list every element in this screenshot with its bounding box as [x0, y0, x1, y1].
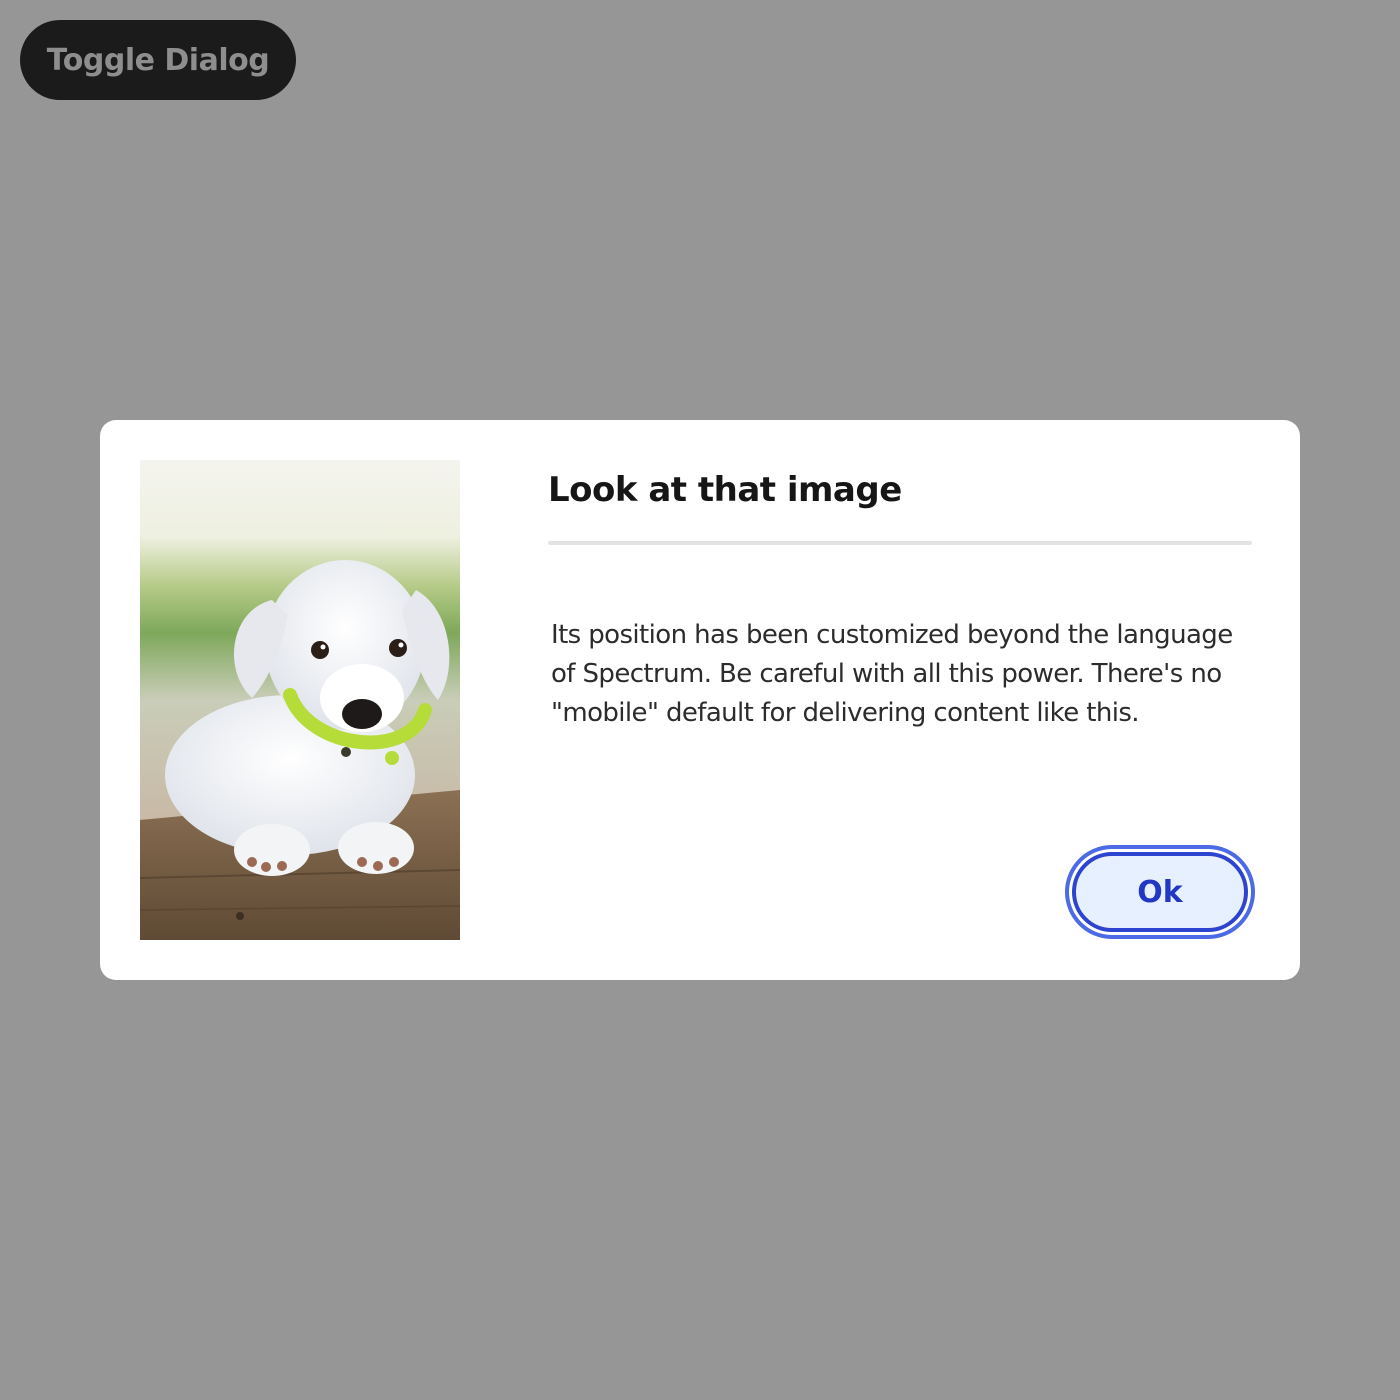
- dialog-content: Its position has been customized beyond …: [551, 620, 1233, 728]
- ok-button-label: Ok: [1137, 874, 1183, 910]
- ok-button[interactable]: Ok: [1072, 852, 1248, 932]
- dialog-heading: Look at that image: [548, 470, 902, 510]
- puppy-hero-image: [140, 460, 460, 940]
- toggle-dialog-label: Toggle Dialog: [46, 42, 270, 78]
- dialog-divider: [548, 541, 1252, 545]
- toggle-dialog-button[interactable]: Toggle Dialog: [20, 20, 296, 100]
- dialog: Look at that image Its position has been…: [100, 420, 1300, 980]
